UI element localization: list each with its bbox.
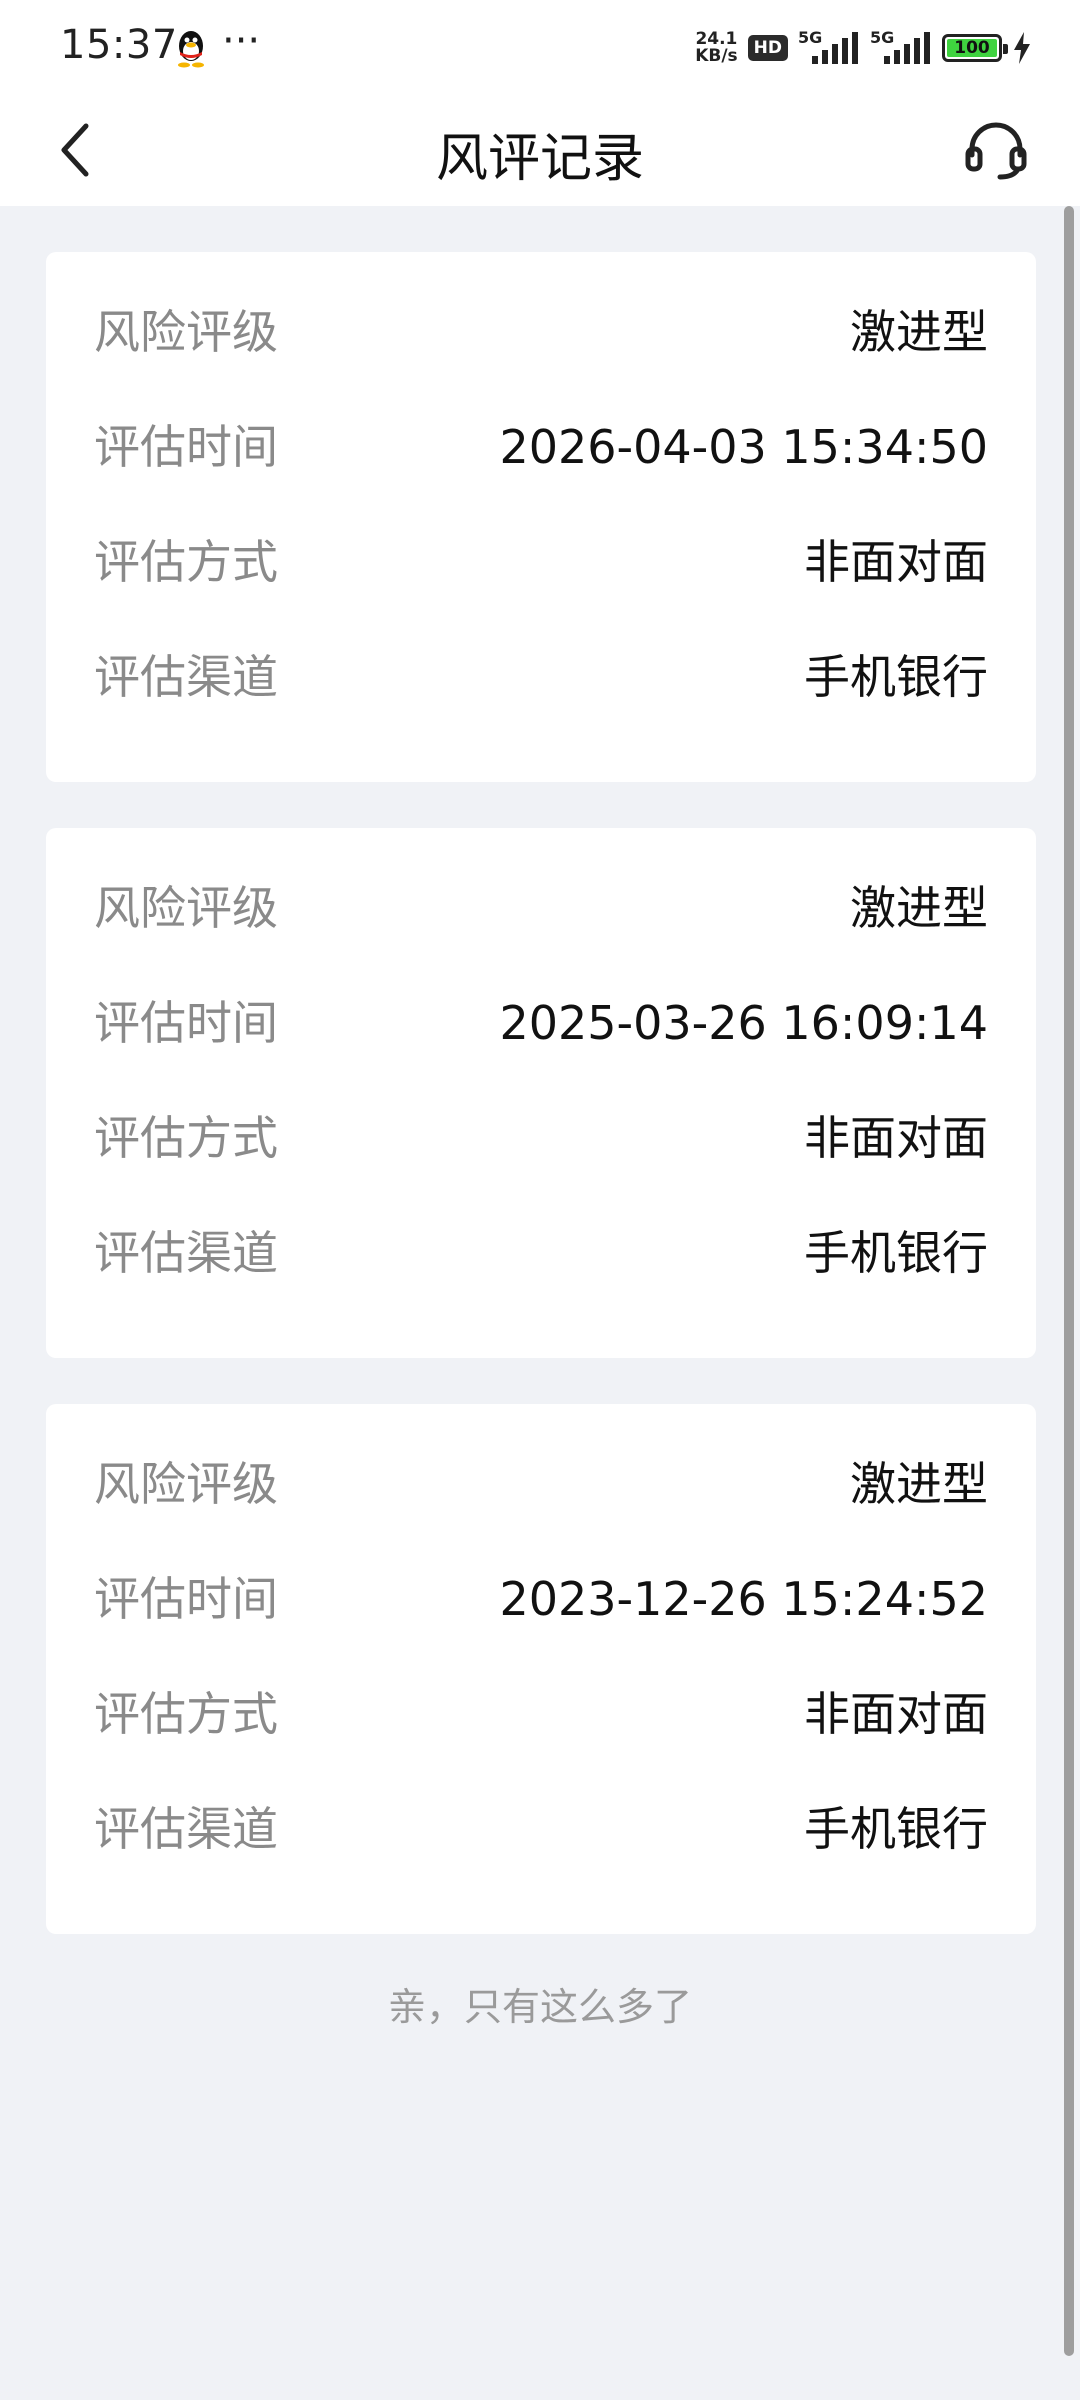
row-label: 评估方式: [94, 535, 278, 589]
signal-2-label: 5G: [870, 28, 895, 47]
row-label: 评估时间: [94, 420, 278, 474]
row-value: 手机银行: [804, 1802, 988, 1856]
row-value: 2025-03-26 16:09:14: [499, 996, 988, 1050]
risk-record-card: 风险评级 激进型 评估时间 2023-12-26 15:24:52 评估方式 非…: [46, 1404, 1036, 1934]
battery-level: 100: [954, 38, 990, 58]
record-row-assess-method: 评估方式 非面对面: [94, 1108, 988, 1223]
row-value: 非面对面: [804, 1687, 988, 1741]
network-speed-unit: KB/s: [695, 46, 738, 66]
record-row-risk-level: 风险评级 激进型: [94, 878, 988, 993]
status-indicators: 24.1 KB/s HD 5G 5G 100: [695, 26, 1032, 70]
row-label: 评估时间: [94, 996, 278, 1050]
customer-service-button[interactable]: [956, 110, 1036, 190]
record-row-assess-channel: 评估渠道 手机银行: [94, 1223, 988, 1338]
battery-icon: 100: [942, 34, 1008, 62]
nav-bar: 风评记录: [0, 96, 1080, 206]
risk-record-card: 风险评级 激进型 评估时间 2026-04-03 15:34:50 评估方式 非…: [46, 252, 1036, 782]
row-label: 风险评级: [94, 305, 278, 359]
risk-record-card: 风险评级 激进型 评估时间 2025-03-26 16:09:14 评估方式 非…: [46, 828, 1036, 1358]
record-row-assess-time: 评估时间 2025-03-26 16:09:14: [94, 993, 988, 1108]
row-label: 评估方式: [94, 1111, 278, 1165]
status-bar: 15:37 ··· 24.1 KB/s HD 5G 5G 100: [0, 0, 1080, 96]
record-row-assess-method: 评估方式 非面对面: [94, 1684, 988, 1799]
records-list: 风险评级 激进型 评估时间 2026-04-03 15:34:50 评估方式 非…: [46, 252, 1036, 1980]
page-title: 风评记录: [435, 129, 644, 189]
row-value: 激进型: [850, 1457, 988, 1511]
row-value: 手机银行: [804, 650, 988, 704]
row-value: 手机银行: [804, 1226, 988, 1280]
record-row-assess-channel: 评估渠道 手机银行: [94, 647, 988, 762]
record-row-assess-time: 评估时间 2023-12-26 15:24:52: [94, 1569, 988, 1684]
row-label: 评估渠道: [94, 650, 278, 704]
row-label: 评估渠道: [94, 1226, 278, 1280]
record-row-assess-method: 评估方式 非面对面: [94, 532, 988, 647]
row-label: 风险评级: [94, 1457, 278, 1511]
charging-bolt-icon: [1014, 32, 1030, 64]
qq-penguin-icon: [178, 31, 204, 68]
status-more-dots: ···: [222, 18, 261, 64]
status-time: 15:37: [60, 22, 178, 68]
record-row-risk-level: 风险评级 激进型: [94, 1454, 988, 1569]
row-label: 评估方式: [94, 1687, 278, 1741]
hd-badge: HD: [747, 35, 788, 61]
signal-1-icon: 5G: [798, 28, 860, 68]
record-row-assess-channel: 评估渠道 手机银行: [94, 1799, 988, 1914]
scrollbar[interactable]: [1064, 206, 1074, 2356]
row-label: 风险评级: [94, 881, 278, 935]
row-value: 2026-04-03 15:34:50: [499, 420, 988, 474]
signal-1-label: 5G: [798, 28, 823, 47]
headset-icon: [965, 122, 1027, 180]
end-of-list-note: 亲，只有这么多了: [387, 1985, 692, 2029]
record-row-assess-time: 评估时间 2026-04-03 15:34:50: [94, 417, 988, 532]
record-row-risk-level: 风险评级 激进型: [94, 302, 988, 417]
row-value: 激进型: [850, 305, 988, 359]
row-value: 2023-12-26 15:24:52: [499, 1572, 988, 1626]
signal-2-icon: 5G: [870, 28, 932, 68]
row-value: 非面对面: [804, 535, 988, 589]
row-value: 非面对面: [804, 1111, 988, 1165]
network-speed: 24.1 KB/s: [695, 31, 737, 65]
row-value: 激进型: [850, 881, 988, 935]
row-label: 评估时间: [94, 1572, 278, 1626]
row-label: 评估渠道: [94, 1802, 278, 1856]
